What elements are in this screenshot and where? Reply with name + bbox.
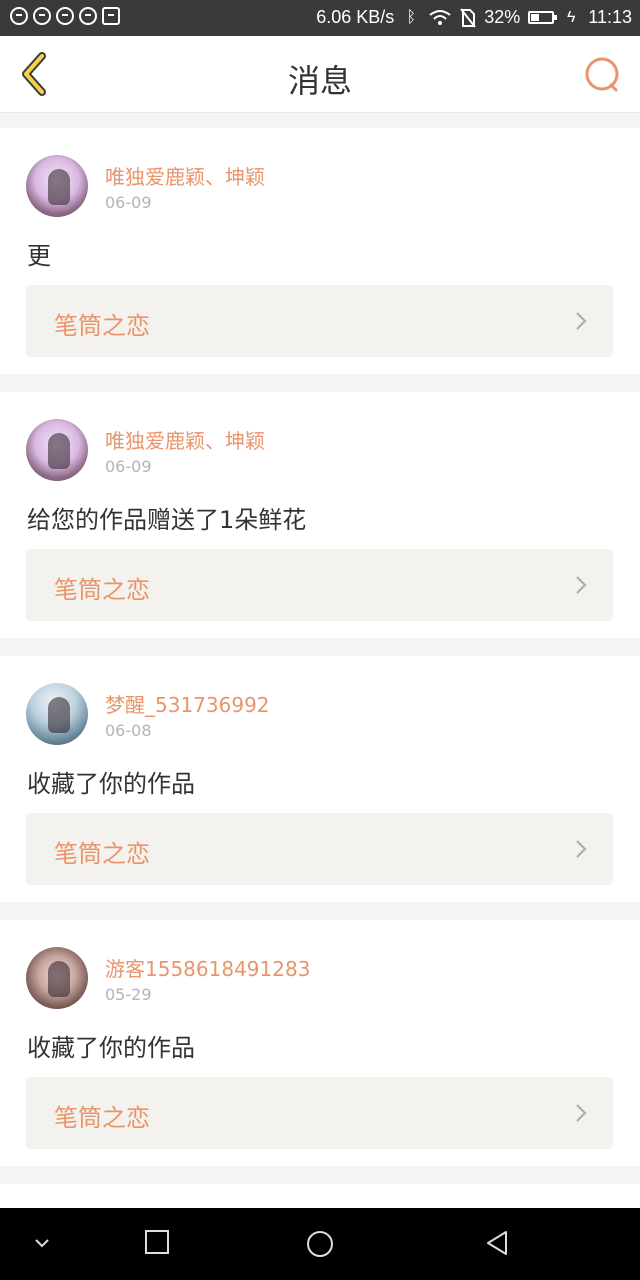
- message-text: 更: [27, 242, 51, 270]
- message-card: 唯独爱鹿颖、坤颖 06-09 更 笔筒之恋: [0, 128, 640, 374]
- message-text: 收藏了你的作品: [27, 1034, 195, 1062]
- page-title: 消息: [287, 62, 352, 100]
- avatar[interactable]: [26, 155, 88, 217]
- work-title: 笔筒之恋: [54, 312, 150, 340]
- message-date: 06-09: [105, 193, 152, 212]
- chevron-right-icon: [576, 312, 587, 330]
- chevron-right-icon: [576, 840, 587, 858]
- work-link[interactable]: 笔筒之恋: [26, 813, 613, 885]
- back-icon[interactable]: [484, 1229, 512, 1257]
- message-card: 唯独爱鹿颖、坤颖 06-09 给您的作品赠送了1朵鲜花 笔筒之恋: [0, 392, 640, 638]
- app-icon-2: [79, 7, 97, 25]
- app-icon: [56, 7, 74, 25]
- message-card: 梦醒_531736992 06-08 收藏了你的作品 笔筒之恋: [0, 656, 640, 902]
- chevron-right-icon: [576, 1104, 587, 1122]
- message-text: 收藏了你的作品: [27, 770, 195, 798]
- clock: 11:13: [588, 7, 632, 27]
- message-date: 06-08: [105, 721, 152, 740]
- wifi-icon: [429, 9, 451, 25]
- home-icon[interactable]: [305, 1229, 335, 1259]
- sender-name[interactable]: 唯独爱鹿颖、坤颖: [105, 161, 265, 190]
- sender-name[interactable]: 梦醒_531736992: [105, 689, 270, 718]
- avatar[interactable]: [26, 683, 88, 745]
- recent-apps-icon[interactable]: [144, 1229, 170, 1255]
- work-link[interactable]: 笔筒之恋: [26, 549, 613, 621]
- search-badge-icon: [33, 7, 51, 25]
- bluetooth-icon: ᛒ: [406, 8, 417, 26]
- message-date: 06-09: [105, 457, 152, 476]
- chevron-right-icon: [576, 576, 587, 594]
- avatar[interactable]: [26, 947, 88, 1009]
- search-button[interactable]: [580, 52, 626, 98]
- system-indicators: 6.06 KB/s ᛒ 32% ϟ 11:13: [316, 7, 632, 28]
- app-header: 消息: [0, 36, 640, 113]
- message-icon: [10, 7, 28, 25]
- work-link[interactable]: 笔筒之恋: [26, 1077, 613, 1149]
- message-card: 游客1558618491283 05-29 收藏了你的作品 笔筒之恋: [0, 920, 640, 1166]
- charging-icon: ϟ: [567, 8, 576, 26]
- message-text: 给您的作品赠送了1朵鲜花: [27, 506, 307, 534]
- work-title: 笔筒之恋: [54, 1104, 150, 1132]
- message-date: 05-29: [105, 985, 152, 1004]
- work-title: 笔筒之恋: [54, 840, 150, 868]
- status-bar: 6.06 KB/s ᛒ 32% ϟ 11:13: [0, 0, 640, 36]
- net-speed: 6.06 KB/s: [316, 7, 395, 27]
- no-sim-icon: [460, 7, 477, 28]
- sender-name[interactable]: 游客1558618491283: [105, 953, 310, 982]
- sender-name[interactable]: 唯独爱鹿颖、坤颖: [105, 425, 265, 454]
- system-nav-bar: [0, 1208, 640, 1280]
- battery-percent: 32%: [484, 7, 521, 27]
- avatar[interactable]: [26, 419, 88, 481]
- work-link[interactable]: 笔筒之恋: [26, 285, 613, 357]
- image-icon: [102, 7, 120, 25]
- notification-icons: [10, 7, 120, 25]
- work-title: 笔筒之恋: [54, 576, 150, 604]
- search-icon: [585, 57, 619, 92]
- battery-icon: [528, 11, 558, 24]
- collapse-icon[interactable]: [32, 1236, 52, 1250]
